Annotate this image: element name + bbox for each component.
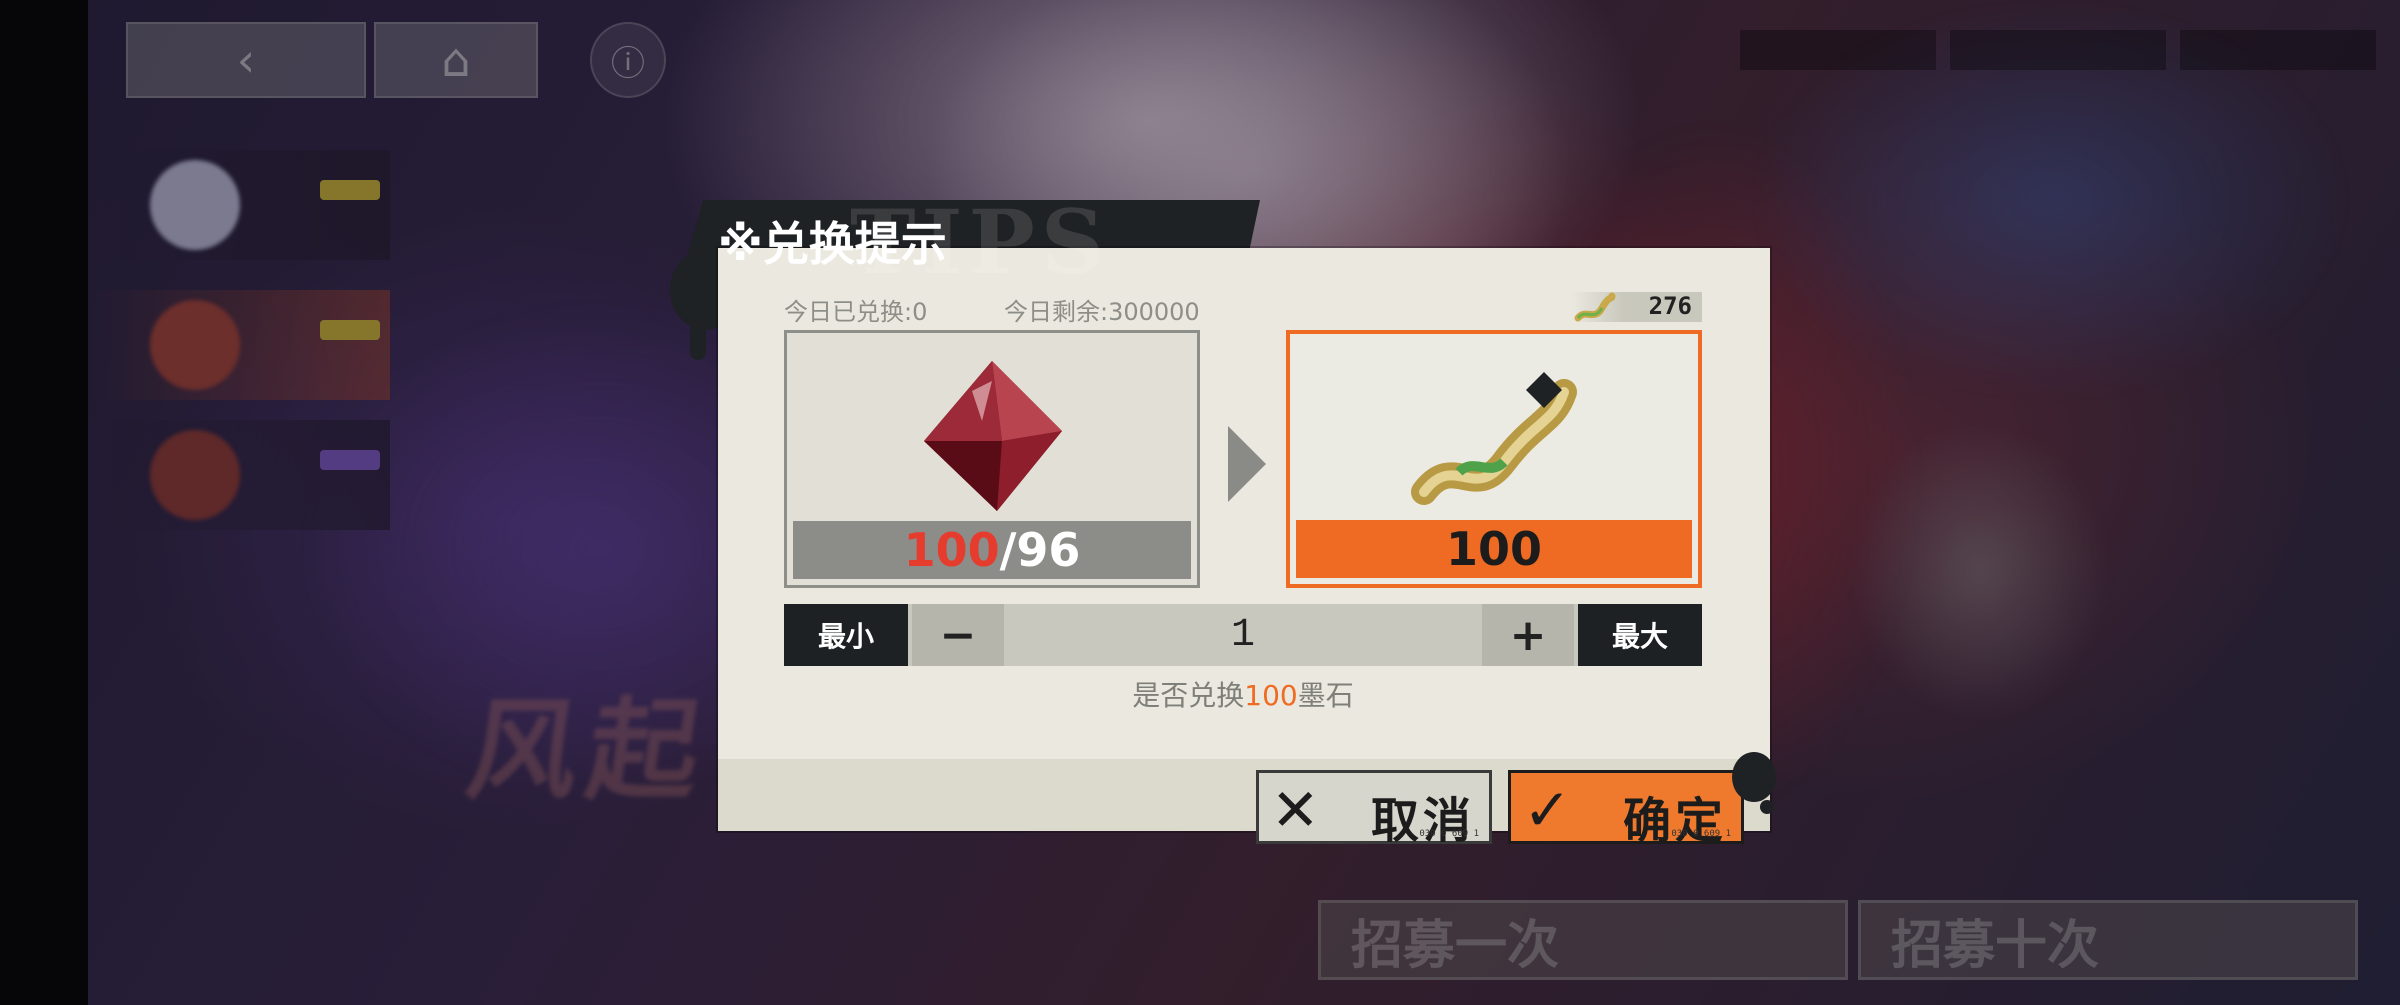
confirm-question: 是否兑换100墨石 [784,674,1702,714]
target-amount: 100 [1445,522,1543,576]
count-separator: / [999,523,1017,577]
owned-value: 276 [1648,292,1692,320]
button-code: 030 0 609 1 [1419,829,1479,839]
confirm-prefix: 是否兑换 [1132,679,1245,712]
quantity-stepper: 最小 − 1 + 最大 [784,604,1702,666]
target-count-bar: 100 [1296,520,1692,578]
red-crystal-icon [924,361,1062,511]
exchange-arrow-icon [1228,426,1266,502]
min-button[interactable]: 最小 [784,604,908,666]
source-count-bar: 100/96 [793,521,1191,579]
quantity-value: 1 [1230,612,1255,658]
check-icon: ✓ [1523,776,1572,844]
cancel-label: 取消 [1370,793,1475,849]
source-item-card: 100/96 [784,330,1200,588]
owned-amount: 96 [1016,523,1081,577]
ink-splat [690,300,706,360]
confirm-button[interactable]: ✓ 确定 030 0 609 1 [1508,770,1744,849]
gold-ribbon-icon [1574,292,1616,322]
dialog-title: ※兑换提示 [718,217,947,271]
gold-ribbon-ink-stone-icon [1411,372,1577,505]
ink-splat [1732,752,1776,802]
button-code: 030 0 609 1 [1671,829,1731,839]
confirm-label: 确定 [1622,793,1727,849]
increase-button[interactable]: + [1482,604,1574,666]
owned-currency-display: 276 [1572,292,1702,322]
cancel-button[interactable]: ✕ 取消 030 0 609 1 [1256,770,1492,849]
decrease-button[interactable]: − [912,604,1004,666]
ink-splat [1760,800,1774,814]
required-amount: 100 [903,523,1000,577]
max-button[interactable]: 最大 [1578,604,1702,666]
today-exchanged-label: 今日已兑换:0 [784,298,928,326]
today-remaining-label: 今日剩余:300000 [1004,298,1200,326]
close-icon: ✕ [1271,776,1320,844]
confirm-suffix: 墨石 [1297,679,1354,712]
confirm-amount: 100 [1244,679,1298,712]
target-item-card: 100 [1286,330,1702,588]
